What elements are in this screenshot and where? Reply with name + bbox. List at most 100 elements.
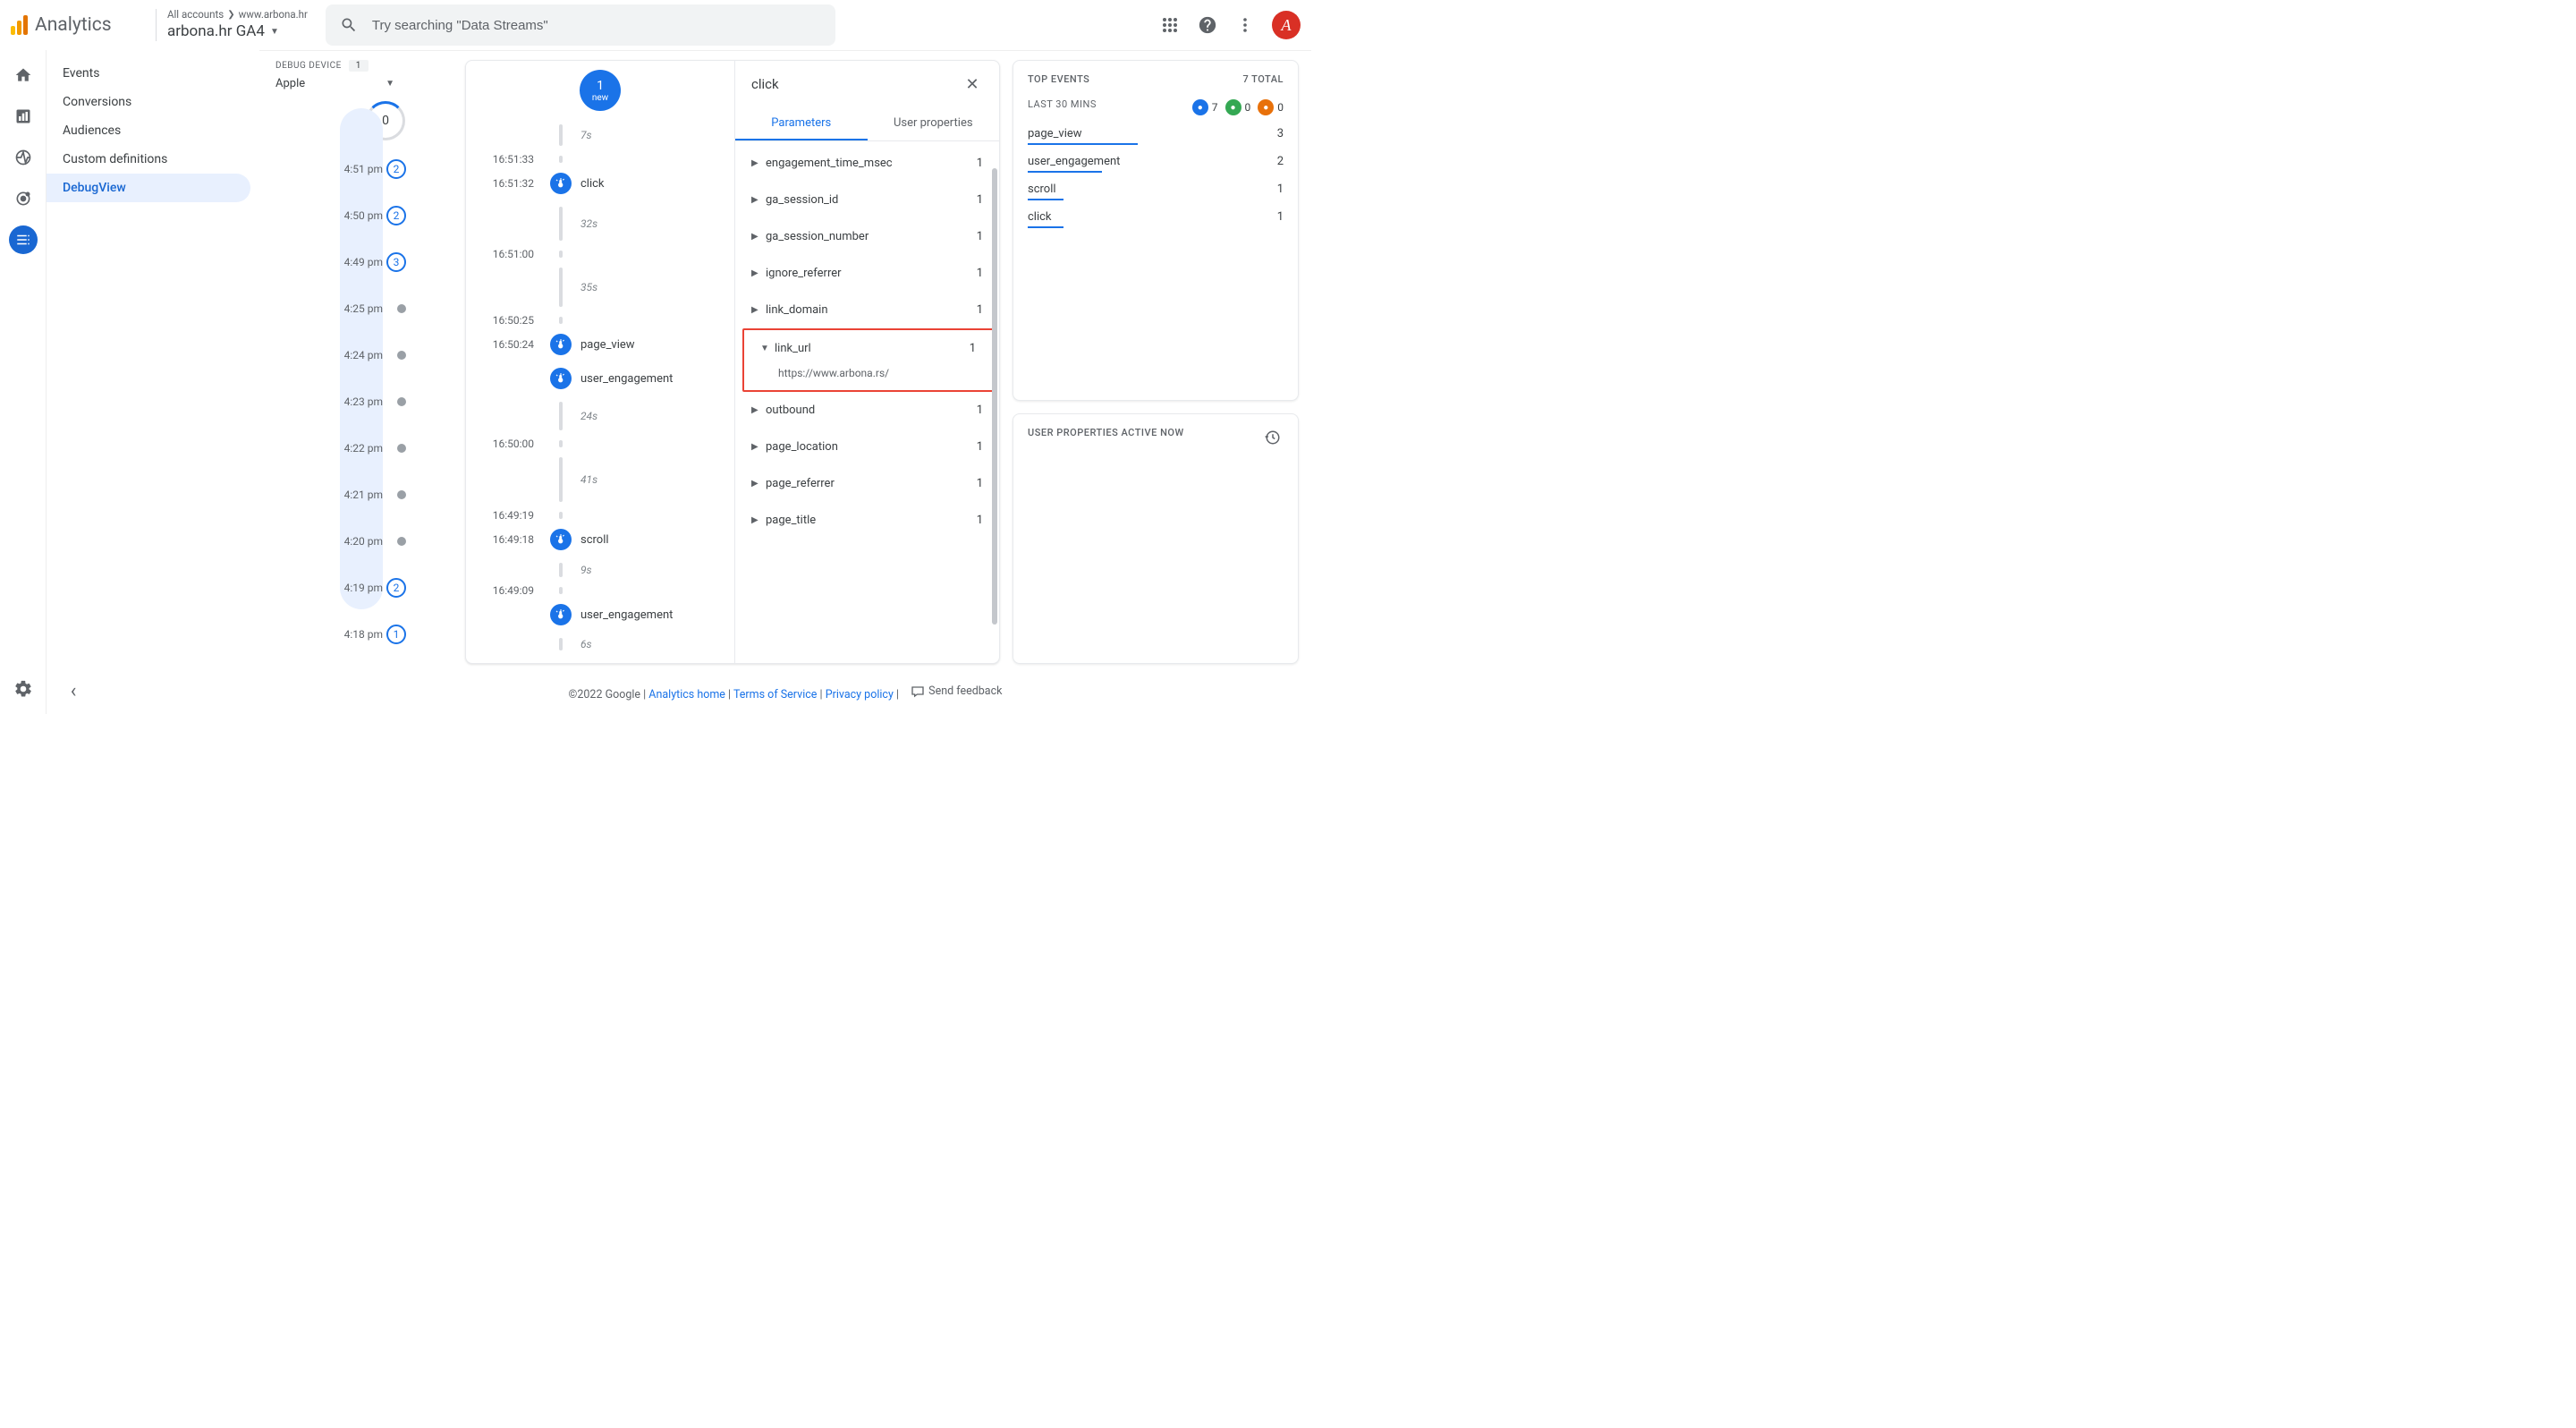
minute-row[interactable]: 4:20 pm (259, 518, 447, 565)
timeline-event-label: page_view (573, 338, 635, 352)
timeline-event-label: user_engagement (573, 372, 673, 386)
search-input[interactable] (372, 18, 821, 33)
rail-admin-icon[interactable] (9, 675, 38, 703)
param-row[interactable]: ▶ignore_referrer1 (735, 255, 999, 292)
param-count: 1 (977, 193, 983, 207)
chevron-right-icon: ▶ (751, 305, 766, 315)
more-icon[interactable] (1234, 14, 1256, 36)
top-event-row[interactable]: user_engagement2 (1028, 149, 1284, 173)
param-row[interactable]: ▶outbound1 (735, 392, 999, 429)
help-icon[interactable] (1197, 14, 1218, 36)
minute-time: 4:25 pm (344, 302, 383, 315)
app-header: Analytics All accounts ❯ www.arbona.hr a… (0, 0, 1311, 50)
minute-row[interactable]: 4:21 pm (259, 472, 447, 518)
minute-row[interactable]: 4:24 pm (259, 332, 447, 378)
search-box[interactable] (326, 4, 835, 46)
param-row[interactable]: ▶link_domain1 (735, 292, 999, 328)
top-event-row[interactable]: click1 (1028, 204, 1284, 228)
rail-configure-icon[interactable] (9, 225, 38, 254)
timeline-time: 16:50:00 (466, 438, 548, 450)
top-event-row[interactable]: page_view3 (1028, 121, 1284, 145)
minute-time: 4:20 pm (344, 535, 383, 548)
param-row[interactable]: ▼link_url1 (744, 330, 992, 367)
param-scrollbar[interactable] (992, 168, 997, 625)
rail-home-icon[interactable] (9, 61, 38, 89)
minute-row[interactable]: 4:22 pm (259, 425, 447, 472)
top-event-row[interactable]: scroll1 (1028, 176, 1284, 200)
timeline-event-label: click (573, 177, 605, 191)
minute-row[interactable]: 4:23 pm (259, 378, 447, 425)
stat-pill: ●7 (1192, 99, 1218, 115)
pill-value: 0 (1277, 101, 1284, 114)
param-row[interactable]: ▶ga_session_id1 (735, 182, 999, 218)
minute-count-dot: 2 (386, 206, 406, 225)
minute-time: 4:50 pm (344, 209, 383, 222)
timeline-gap: 24s (466, 395, 734, 437)
minute-row[interactable]: 4:18 pm1 (259, 611, 447, 658)
collapse-nav-icon[interactable]: ‹ (63, 680, 84, 701)
rail-explore-icon[interactable] (9, 143, 38, 172)
minute-row[interactable]: 4:51 pm2 (259, 146, 447, 192)
param-row[interactable]: ▶page_title1 (735, 502, 999, 539)
timeline-tick: 16:50:00 (466, 437, 734, 451)
sidenav-item-custom-definitions[interactable]: Custom definitions (47, 145, 250, 174)
param-row[interactable]: ▶page_location1 (735, 429, 999, 465)
top-event-count: 1 (1277, 210, 1284, 224)
param-count: 1 (977, 477, 983, 490)
timeline-time: 16:50:24 (466, 338, 548, 351)
minute-time: 4:24 pm (344, 349, 383, 361)
param-count: 1 (977, 514, 983, 527)
event-dot-icon (550, 173, 572, 194)
chevron-right-icon: ▶ (751, 158, 766, 168)
sidenav-item-audiences[interactable]: Audiences (47, 116, 250, 145)
side-nav: EventsConversionsAudiencesCustom definit… (47, 50, 259, 714)
detail-tab-user-properties[interactable]: User properties (868, 107, 1000, 140)
minute-row[interactable]: 4:50 pm2 (259, 192, 447, 239)
detail-tab-parameters[interactable]: Parameters (735, 107, 868, 140)
minute-row[interactable]: 4:49 pm3 (259, 239, 447, 285)
top-event-count: 2 (1277, 155, 1284, 168)
timeline-event[interactable]: 16:51:32click (466, 166, 734, 200)
debug-device-label: DEBUG DEVICE (275, 61, 342, 71)
avatar[interactable]: A (1272, 11, 1301, 39)
sidenav-item-conversions[interactable]: Conversions (47, 88, 250, 116)
minute-row[interactable]: 4:25 pm (259, 285, 447, 332)
timeline-gap-label: 35s (573, 281, 597, 293)
timeline-event[interactable]: 16:49:18scroll (466, 523, 734, 557)
pill-value: 0 (1245, 101, 1251, 114)
sidenav-item-debugview[interactable]: DebugView (47, 174, 250, 202)
chevron-down-icon: ▼ (760, 344, 775, 353)
timeline-time: 16:49:09 (466, 584, 548, 597)
timeline-event[interactable]: user_engagement (466, 598, 734, 632)
param-name: ga_session_id (766, 193, 977, 207)
footer-link-privacy[interactable]: Privacy policy (826, 688, 894, 701)
param-row[interactable]: ▶engagement_time_msec1 (735, 145, 999, 182)
history-icon[interactable] (1262, 427, 1284, 448)
rail-reports-icon[interactable] (9, 102, 38, 131)
user-props-title: USER PROPERTIES ACTIVE NOW (1028, 427, 1184, 448)
timeline-event[interactable]: user_engagement (466, 361, 734, 395)
device-selector[interactable]: Apple ▼ (275, 77, 447, 90)
stat-pill: ●0 (1258, 99, 1284, 115)
timeline-event[interactable]: 16:50:24 page_view (466, 327, 734, 361)
param-row[interactable]: ▶ga_session_number1 (735, 218, 999, 255)
param-row[interactable]: ▶page_referrer1 (735, 465, 999, 502)
chevron-right-icon: ▶ (751, 479, 766, 489)
footer-link-tos[interactable]: Terms of Service (733, 688, 817, 701)
timeline-event-label: scroll (573, 533, 609, 547)
timeline-gap-label: 41s (573, 473, 597, 486)
rail-ads-icon[interactable] (9, 184, 38, 213)
send-feedback-button[interactable]: Send feedback (911, 684, 1002, 698)
minute-row[interactable]: 4:19 pm2 (259, 565, 447, 611)
close-icon[interactable]: ✕ (962, 73, 983, 95)
sidenav-item-events[interactable]: Events (47, 59, 250, 88)
minute-count-dot: 3 (386, 252, 406, 272)
account-selector[interactable]: All accounts ❯ www.arbona.hr arbona.hr G… (167, 8, 308, 41)
footer-link-home[interactable]: Analytics home (648, 688, 725, 701)
minute-count-dot: 2 (386, 578, 406, 598)
top-event-count: 1 (1277, 183, 1284, 196)
timeline-time: 16:51:00 (466, 248, 548, 260)
timeline-time: 16:50:25 (466, 314, 548, 327)
event-dot-icon (550, 604, 572, 625)
apps-icon[interactable] (1159, 14, 1181, 36)
